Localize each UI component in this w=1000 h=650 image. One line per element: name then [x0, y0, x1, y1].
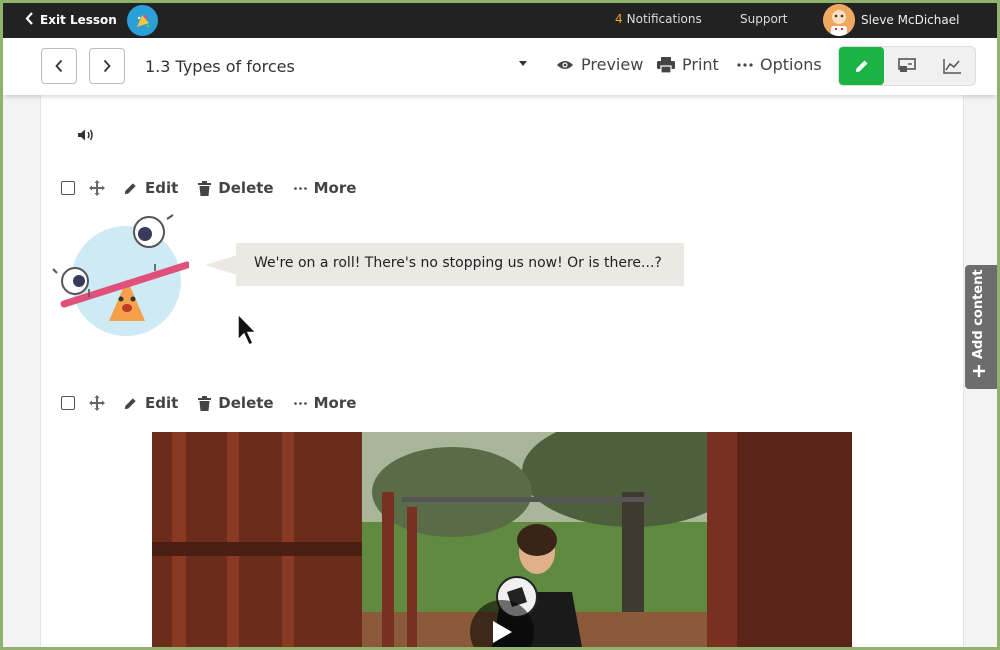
- lesson-content: Edit Delete More We're on a roll! There'…: [40, 95, 964, 647]
- video-player[interactable]: [152, 432, 852, 647]
- analytics-mode-button[interactable]: [930, 47, 975, 85]
- print-label: Print: [682, 55, 719, 74]
- preview-button[interactable]: Preview: [556, 55, 643, 74]
- more-dots-icon: [293, 186, 307, 190]
- previous-page-button[interactable]: [41, 48, 77, 84]
- notifications-link[interactable]: 4 Notifications: [615, 12, 702, 26]
- delete-button[interactable]: Delete: [198, 179, 274, 197]
- block-select-checkbox[interactable]: [61, 396, 75, 410]
- line-chart-icon: [943, 59, 962, 74]
- plus-icon: [972, 365, 985, 377]
- page-dropdown-icon[interactable]: [519, 61, 527, 66]
- chevron-right-icon: [103, 59, 111, 73]
- delete-label: Delete: [218, 394, 274, 412]
- edit-label: Edit: [145, 394, 179, 412]
- mouse-cursor-icon: [237, 312, 259, 351]
- present-mode-button[interactable]: [884, 47, 929, 85]
- speech-bubble[interactable]: We're on a roll! There's no stopping us …: [236, 243, 684, 286]
- speaker-icon[interactable]: [77, 127, 95, 146]
- edit-button[interactable]: Edit: [123, 179, 178, 197]
- more-dots-icon: [737, 62, 753, 67]
- block-toolbar: Edit Delete More: [61, 394, 376, 412]
- avatar: [823, 4, 855, 36]
- edit-button[interactable]: Edit: [123, 394, 178, 412]
- preview-label: Preview: [581, 55, 644, 74]
- notifications-label: Notifications: [626, 12, 702, 26]
- move-icon[interactable]: [89, 180, 105, 196]
- presentation-icon: [898, 58, 916, 72]
- chevron-left-icon: [55, 59, 63, 73]
- more-label: More: [313, 179, 357, 197]
- next-page-button[interactable]: [89, 48, 125, 84]
- printer-icon: [657, 56, 675, 73]
- user-name: Sleve McDichael: [861, 13, 960, 27]
- user-menu[interactable]: Sleve McDichael: [823, 4, 959, 36]
- view-mode-switcher: [838, 46, 976, 86]
- notifications-count: 4: [615, 12, 623, 26]
- top-bar: Exit Lesson 4 Notifications Support Slev…: [3, 3, 997, 38]
- more-button[interactable]: More: [293, 179, 357, 197]
- block-select-checkbox[interactable]: [61, 181, 75, 195]
- lesson-toolbar: 1.3 Types of forces Preview Print Option…: [3, 38, 997, 95]
- pencil-icon: [124, 397, 136, 409]
- pencil-icon: [855, 60, 868, 72]
- options-label: Options: [760, 55, 822, 74]
- add-content-tab[interactable]: Add content: [965, 265, 997, 389]
- edit-label: Edit: [145, 179, 179, 197]
- options-button[interactable]: Options: [737, 55, 822, 74]
- more-label: More: [313, 394, 357, 412]
- chevron-left-icon: [25, 12, 34, 28]
- app-frame: Exit Lesson 4 Notifications Support Slev…: [3, 3, 997, 647]
- mascot-seesaw-illustration: [49, 211, 191, 341]
- delete-button[interactable]: Delete: [198, 394, 274, 412]
- block-toolbar: Edit Delete More: [61, 179, 376, 197]
- page-title[interactable]: 1.3 Types of forces: [145, 57, 295, 76]
- print-button[interactable]: Print: [657, 55, 719, 74]
- support-link[interactable]: Support: [740, 12, 787, 26]
- exit-lesson-label: Exit Lesson: [40, 13, 117, 27]
- move-icon[interactable]: [89, 395, 105, 411]
- more-dots-icon: [293, 401, 307, 405]
- eye-icon: [557, 60, 573, 69]
- trash-icon: [198, 180, 212, 196]
- add-content-label: Add content: [971, 269, 986, 359]
- delete-label: Delete: [218, 179, 274, 197]
- speech-bubble-tail: [205, 255, 237, 275]
- more-button[interactable]: More: [293, 394, 357, 412]
- play-icon: [493, 621, 512, 643]
- exit-lesson-button[interactable]: Exit Lesson: [25, 12, 117, 28]
- app-logo-icon[interactable]: [127, 5, 158, 36]
- edit-mode-button[interactable]: [839, 47, 885, 85]
- trash-icon: [198, 395, 212, 411]
- pencil-icon: [124, 182, 136, 194]
